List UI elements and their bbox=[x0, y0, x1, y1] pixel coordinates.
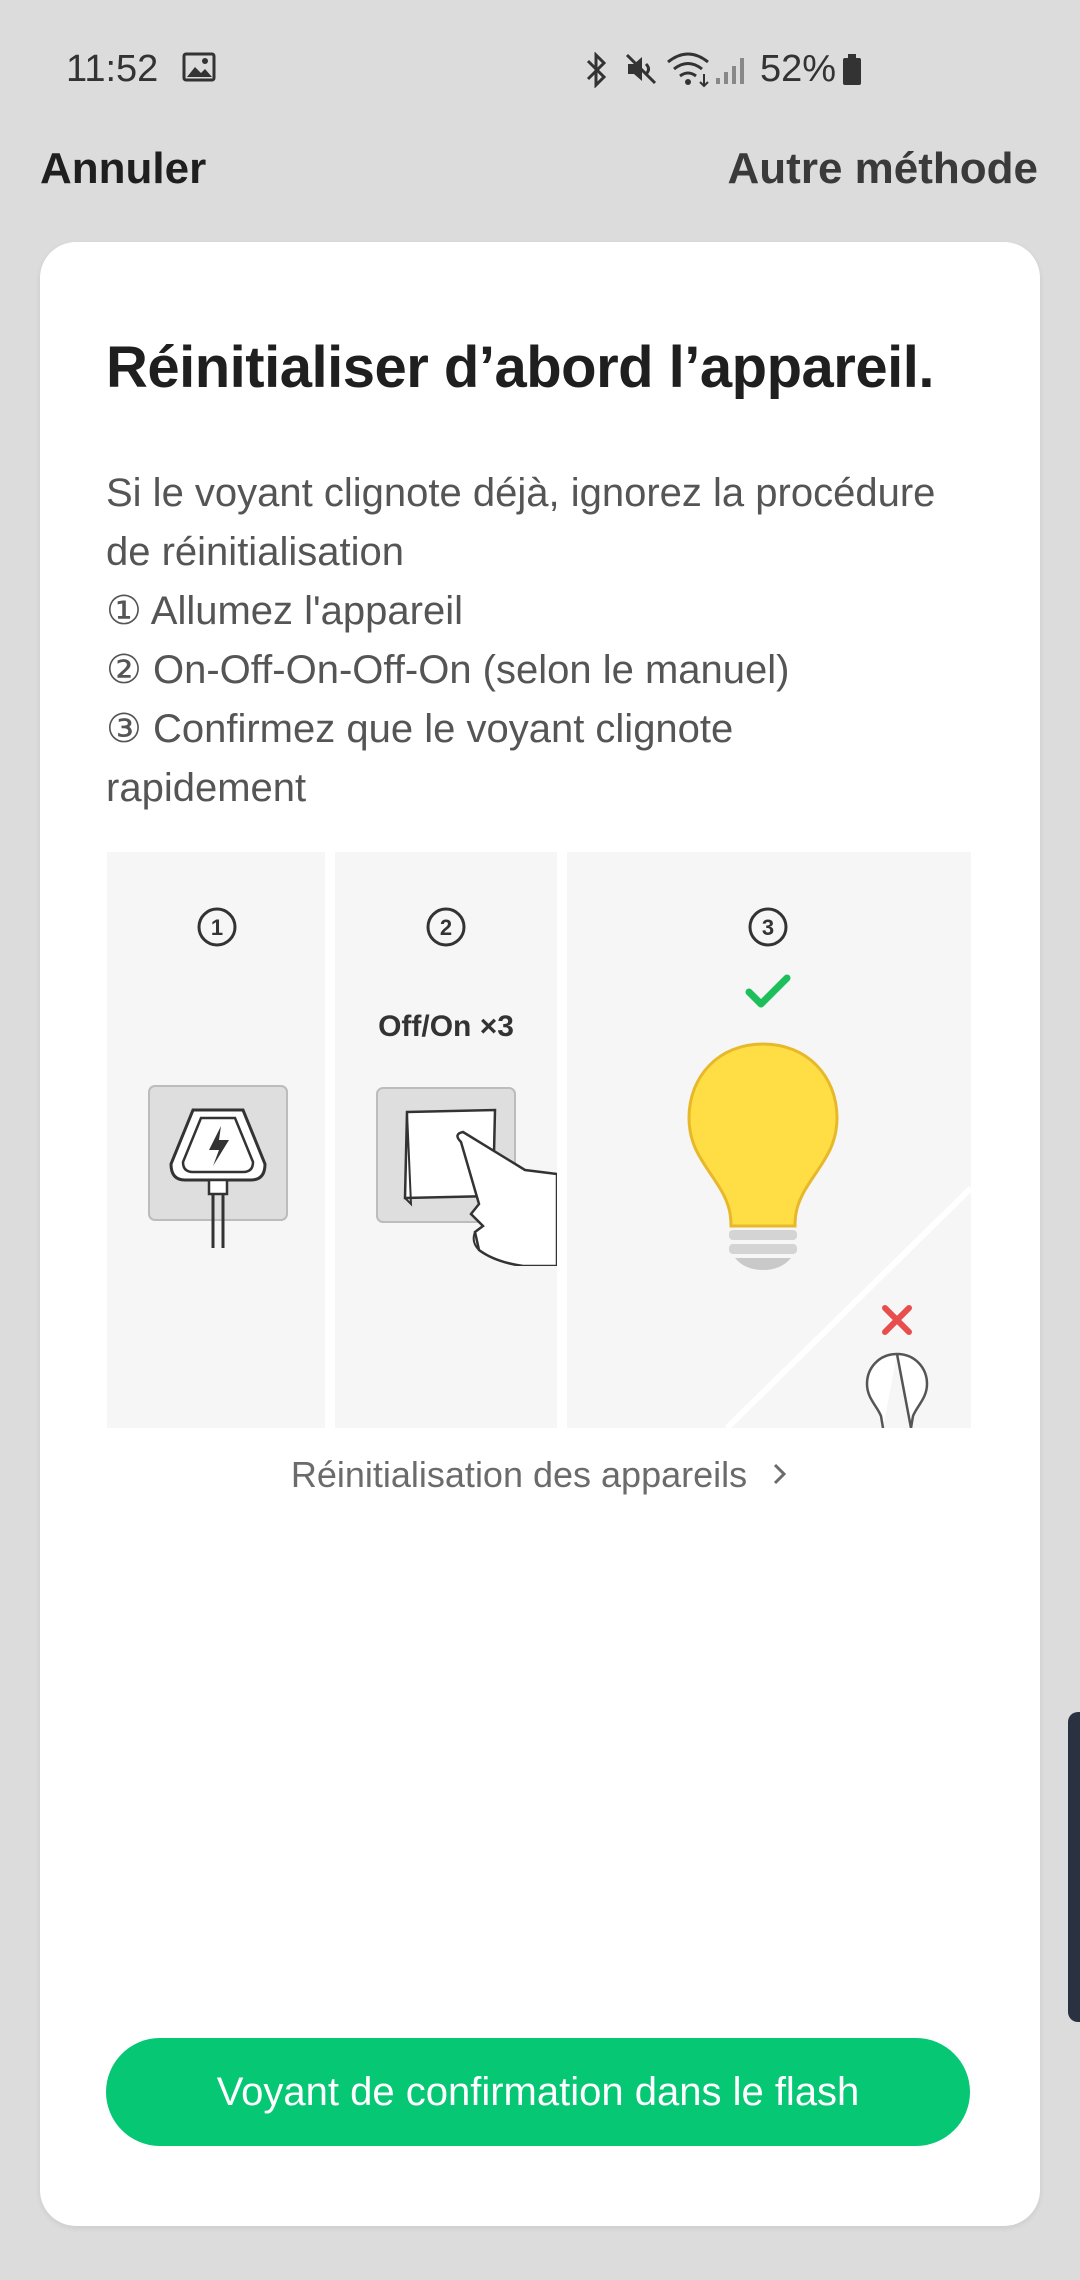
wifi-icon bbox=[667, 52, 709, 88]
mute-icon bbox=[625, 53, 657, 85]
reset-instructions-card: Réinitialiser d’abord l’appareil. Si le … bbox=[40, 242, 1040, 2226]
page-title: Réinitialiser d’abord l’appareil. bbox=[106, 335, 934, 400]
instruction-line: ② On-Off-On-Off-On (selon le manuel) bbox=[106, 648, 790, 692]
status-bar: 11:52 52% bbox=[0, 0, 1080, 140]
edge-panel-handle[interactable] bbox=[1068, 1712, 1080, 2022]
status-time: 11:52 bbox=[66, 48, 159, 90]
battery-icon bbox=[843, 54, 861, 85]
light-switch-icon bbox=[376, 1087, 557, 1266]
panel-divider-line bbox=[724, 1185, 971, 1428]
confirm-flash-button[interactable]: Voyant de confirmation dans le flash bbox=[106, 2038, 970, 2146]
power-plug-icon bbox=[148, 1085, 288, 1248]
battery-percent: 52% bbox=[760, 48, 837, 90]
gallery-icon bbox=[182, 52, 216, 82]
light-bulb-off-icon bbox=[865, 1352, 929, 1428]
instruction-line: rapidement bbox=[106, 766, 307, 810]
step-3-panel: 3 bbox=[567, 852, 971, 1428]
step-2-circle-icon: 2 bbox=[426, 907, 466, 947]
svg-text:2: 2 bbox=[440, 915, 452, 940]
step-1-panel: 1 bbox=[107, 852, 325, 1428]
instruction-line: ③ Confirmez que le voyant clignote bbox=[106, 707, 734, 751]
cancel-button[interactable]: Annuler bbox=[40, 144, 206, 194]
step-2-label: Off/On ×3 bbox=[378, 1010, 514, 1043]
svg-text:1: 1 bbox=[211, 915, 223, 940]
other-method-button[interactable]: Autre méthode bbox=[728, 144, 1038, 194]
confirm-flash-button-label: Voyant de confirmation dans le flash bbox=[216, 2069, 860, 2114]
instruction-line: Si le voyant clignote déjà, ignorez la p… bbox=[106, 471, 936, 515]
reset-illustration: 1 2 Off/On ×3 3 bbox=[107, 852, 971, 1428]
step-2-panel: 2 Off/On ×3 bbox=[335, 852, 557, 1428]
instruction-line: de réinitialisation bbox=[106, 530, 404, 574]
step-1-circle-icon: 1 bbox=[197, 907, 237, 947]
top-action-bar: Annuler Autre méthode bbox=[0, 140, 1080, 240]
instructions-text: Si le voyant clignote déjà, ignorez la p… bbox=[106, 464, 996, 818]
device-reset-link-label: Réinitialisation des appareils bbox=[290, 1454, 748, 1495]
instruction-line: ① Allumez l'appareil bbox=[106, 589, 463, 633]
bluetooth-icon bbox=[586, 52, 607, 88]
signal-icon bbox=[716, 58, 744, 84]
device-reset-link[interactable]: Réinitialisation des appareils bbox=[40, 1454, 1040, 1496]
chevron-right-icon bbox=[774, 1463, 787, 1485]
cross-icon bbox=[882, 1305, 912, 1335]
